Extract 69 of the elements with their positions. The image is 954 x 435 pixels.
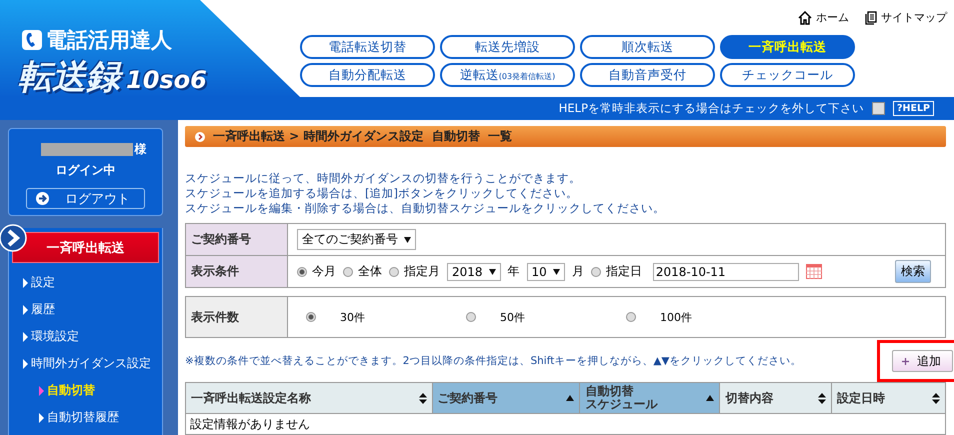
unit-label: 年: [508, 263, 520, 280]
instruction-text: スケジュールに従って、時間外ガイダンスの切替を行うことができます。: [185, 171, 582, 186]
column-header[interactable]: 切替内容: [720, 383, 832, 413]
phone-icon: [22, 30, 42, 50]
arrow-icon: [36, 192, 49, 205]
filter-label: ご契約番号: [186, 224, 288, 255]
instruction-text: スケジュールを追加する場合は、[追加]ボタンをクリックしてください。: [185, 186, 579, 201]
help-button[interactable]: ?HELP: [893, 101, 934, 116]
help-notice: HELPを常時非表示にする場合はチェックを外して下さい: [558, 101, 864, 116]
empty-message: 設定情報がありません: [186, 413, 945, 434]
dropdown-arrow-icon: [552, 268, 560, 274]
logout-button[interactable]: ログアウト: [26, 188, 145, 209]
calendar-icon[interactable]: [806, 264, 822, 279]
document-icon: [865, 10, 877, 24]
nav-tab[interactable]: 一斉呼出転送: [720, 35, 855, 59]
contract-select[interactable]: 全てのご契約番号: [297, 229, 416, 250]
sidebar-item[interactable]: 環境設定: [9, 323, 162, 350]
unit-label: 月: [572, 263, 584, 280]
nav-tab[interactable]: 電話転送切替: [300, 35, 435, 59]
logo-version: 10so6: [126, 66, 207, 94]
sort-ascending-icon: [706, 395, 714, 401]
top-link[interactable]: サイトマップ: [865, 10, 947, 25]
dropdown-arrow-icon: [488, 268, 496, 274]
column-header[interactable]: 自動切替 スケジュール: [580, 383, 720, 413]
user-suffix: 様: [134, 141, 146, 158]
sidebar-subitem[interactable]: 自動切替: [9, 377, 162, 404]
breadcrumb-text: 一斉呼出転送 > 時間外ガイダンス設定 自動切替 一覧: [213, 128, 512, 145]
help-checkbox[interactable]: [872, 102, 886, 115]
bullet-icon: [195, 132, 205, 142]
column-header[interactable]: 設定日時: [832, 383, 946, 413]
dropdown-arrow-icon: [404, 236, 411, 242]
nav-tab[interactable]: 自動分配転送: [300, 63, 435, 87]
nav-tab[interactable]: 逆転送(03発着信転送): [440, 63, 575, 87]
sort-icon: [418, 392, 427, 404]
sidebar-item[interactable]: 設定: [9, 269, 162, 296]
add-button[interactable]: 追加: [892, 350, 953, 372]
nav-tab[interactable]: 自動音声受付: [580, 63, 715, 87]
radio-option[interactable]: 指定日: [590, 263, 642, 280]
home-icon: [798, 10, 812, 24]
radio-option[interactable]: 指定月: [389, 263, 440, 280]
radio-option[interactable]: 30件: [306, 310, 466, 324]
sidebar-section[interactable]: 一斉呼出転送: [12, 232, 159, 263]
sidebar-item[interactable]: 履歴: [9, 296, 162, 323]
sidebar-item[interactable]: 時間外ガイダンス設定: [9, 350, 162, 377]
radio-option[interactable]: 今月: [297, 263, 336, 280]
instruction-text: スケジュールを編集・削除する場合は、自動切替スケジュールをクリックしてください。: [185, 201, 666, 216]
radio-option[interactable]: 100件: [626, 310, 786, 324]
top-link[interactable]: ホーム: [798, 10, 849, 25]
year-select[interactable]: 2018: [447, 262, 501, 280]
logo-subtitle: 電話活用達人: [46, 27, 172, 54]
sort-icon: [932, 392, 940, 404]
sort-ascending-icon: [566, 395, 574, 401]
sort-icon: [818, 392, 826, 404]
nav-tab[interactable]: チェックコール: [720, 63, 855, 87]
radio-option[interactable]: 全体: [343, 263, 382, 280]
login-status: ログイン中: [56, 162, 116, 179]
radio-option[interactable]: 50件: [466, 310, 626, 324]
plus-icon: [902, 358, 909, 364]
column-header[interactable]: 一斉呼出転送設定名称: [186, 383, 433, 413]
filter-label: 表示件数: [186, 297, 288, 337]
nav-tab[interactable]: 転送先増設: [440, 35, 575, 59]
search-button[interactable]: 検索: [895, 260, 931, 283]
column-header[interactable]: ご契約番号: [432, 383, 580, 413]
nav-tab[interactable]: 順次転送: [580, 35, 715, 59]
sidebar-subitem[interactable]: 自動切替履歴: [9, 404, 162, 431]
month-select[interactable]: 10: [526, 262, 565, 280]
sort-note: ※複数の条件で並べ替えることができます。2つ目以降の条件指定は、Shiftキーを押しながら、▲▼をクリックしてください。: [185, 354, 802, 368]
date-field[interactable]: 2018-10-11: [652, 262, 799, 280]
filter-label: 表示条件: [186, 256, 288, 287]
